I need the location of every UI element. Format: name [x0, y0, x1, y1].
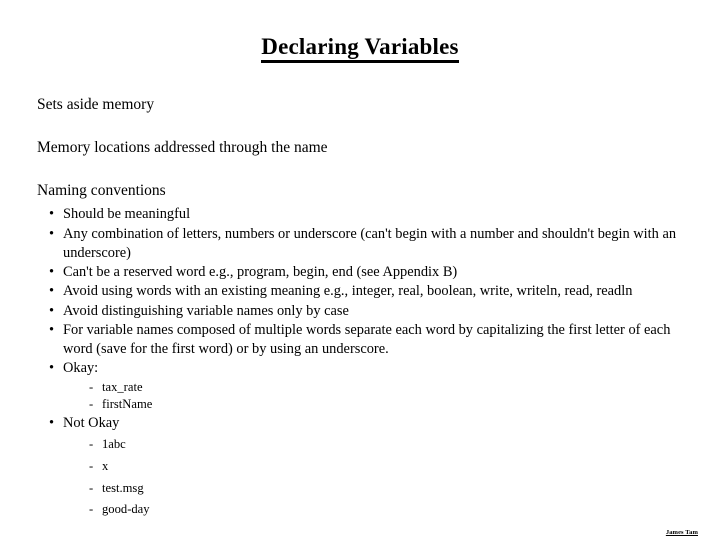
list-item: • For variable names composed of multipl…: [47, 321, 687, 359]
dash-icon: -: [89, 380, 94, 395]
bullet-icon: •: [49, 302, 55, 319]
list-item-text: Can't be a reserved word e.g., program, …: [63, 264, 458, 281]
list-item-not-okay: • Not Okay - 1abc - x - test.msg - good-…: [47, 414, 687, 521]
slide: Declaring Variables Sets aside memory Me…: [0, 0, 720, 540]
list-item-text: Avoid using words with an existing meani…: [63, 283, 633, 300]
statement-naming-conventions: Naming conventions: [37, 181, 166, 199]
list-item-text: Avoid distinguishing variable names only…: [63, 302, 349, 319]
list-item-text: tax_rate: [102, 380, 143, 395]
dash-icon: -: [89, 459, 94, 473]
list-item: - x: [89, 456, 687, 478]
list-item: • Should be meaningful: [47, 205, 687, 224]
naming-conventions-list: • Should be meaningful • Any combination…: [37, 205, 687, 521]
bullet-icon: •: [49, 415, 55, 432]
list-item: - 1abc: [89, 434, 687, 456]
bullet-icon: •: [49, 225, 55, 242]
bullet-icon: •: [49, 283, 55, 300]
dash-icon: -: [89, 396, 94, 411]
list-item-text: 1abc: [102, 437, 126, 452]
slide-body: Sets aside memory Memory locations addre…: [37, 96, 687, 523]
not-okay-examples-list: - 1abc - x - test.msg - good-day: [63, 434, 687, 521]
statement-memory-locations: Memory locations addressed through the n…: [37, 138, 328, 156]
list-item-text: Any combination of letters, numbers or u…: [63, 225, 677, 261]
list-item-text: Should be meaningful: [63, 206, 191, 223]
list-item: • Can't be a reserved word e.g., program…: [47, 263, 687, 282]
bullet-icon: •: [49, 264, 55, 281]
list-item: - test.msg: [89, 478, 687, 500]
dash-icon: -: [89, 502, 94, 517]
list-item-text: For variable names composed of multiple …: [63, 321, 671, 357]
list-item: - tax_rate: [89, 379, 687, 395]
list-item-text: Okay:: [63, 360, 99, 377]
okay-examples-list: - tax_rate - firstName: [63, 379, 687, 412]
bullet-icon: •: [49, 321, 55, 338]
list-item: • Avoid using words with an existing mea…: [47, 282, 687, 301]
author-credit: James Tam: [665, 528, 698, 536]
list-item: • Avoid distinguishing variable names on…: [47, 302, 687, 321]
title-container: Declaring Variables: [0, 34, 720, 64]
bullet-icon: •: [49, 206, 55, 223]
list-item: - good-day: [89, 499, 687, 521]
list-item-text: Not Okay: [63, 415, 120, 432]
list-item-text: firstName: [102, 396, 153, 411]
list-item-text: x: [102, 459, 109, 473]
dash-icon: -: [89, 480, 94, 495]
list-item-text: test.msg: [102, 480, 144, 495]
list-item-text: good-day: [102, 502, 150, 517]
list-item-okay: • Okay: - tax_rate - firstName: [47, 359, 687, 412]
list-item: • Any combination of letters, numbers or…: [47, 225, 687, 263]
statement-sets-aside-memory: Sets aside memory: [37, 96, 155, 113]
dash-icon: -: [89, 437, 94, 452]
page-title: Declaring Variables: [261, 34, 459, 64]
bullet-icon: •: [49, 360, 55, 377]
list-item: - firstName: [89, 396, 687, 412]
